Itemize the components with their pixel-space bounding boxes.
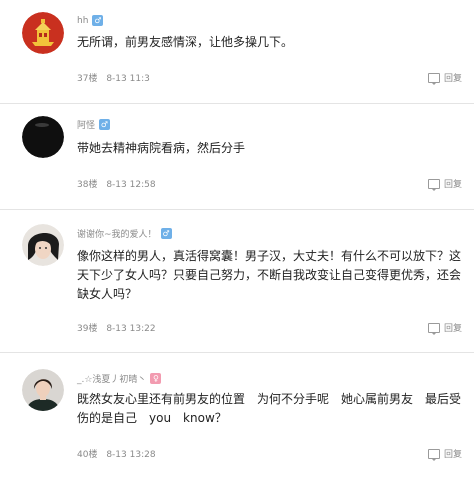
username[interactable]: 谢谢你~我的爱人！ ♂ [77, 227, 172, 240]
male-icon: ♂ [99, 119, 111, 130]
comment-item: _.☆浅夏丿初晴丶 ♀ 既然女友心里还有前男友的位置 为何不分手呢 她心属前男友… [0, 353, 474, 481]
comment-text: 无所谓，前男友感情深，让他多操几下。 [77, 35, 294, 49]
floor-number: 39楼 [77, 324, 98, 334]
reply-button[interactable]: 回复 [427, 321, 462, 335]
timestamp: 8-13 13:22 [106, 324, 156, 334]
reply-icon [427, 448, 440, 461]
avatar[interactable] [22, 224, 64, 266]
username[interactable]: hh ♂ [77, 15, 104, 26]
floor-number: 38楼 [77, 180, 98, 190]
reply-icon [427, 72, 440, 85]
username[interactable]: 阿怪 ♂ [77, 118, 111, 131]
reply-icon [427, 322, 440, 335]
comment-text: 既然女友心里还有前男友的位置 为何不分手呢 她心属前男友 最后受伤的是自己 yo… [77, 392, 462, 425]
reply-button[interactable]: 回复 [427, 71, 462, 85]
avatar[interactable] [22, 369, 64, 411]
username[interactable]: _.☆浅夏丿初晴丶 ♀ [77, 372, 162, 385]
female-icon: ♀ [150, 373, 162, 384]
male-icon: ♂ [160, 228, 172, 239]
floor-number: 37楼 [77, 74, 98, 84]
comment-text: 像你这样的男人，真活得窝囊！男子汉，大丈夫！有什么不可以放下？这天下少了女人吗？… [77, 249, 462, 301]
floor-number: 40楼 [77, 450, 98, 460]
timestamp: 8-13 13:28 [106, 450, 156, 460]
reply-button[interactable]: 回复 [427, 447, 462, 461]
comment-meta: 38楼 8-13 12:58 [77, 177, 162, 190]
male-icon: ♂ [92, 15, 104, 26]
comment-item: hh ♂ 无所谓，前男友感情深，让他多操几下。 37楼 8-13 11:3 回复 [0, 0, 474, 103]
comment-item: 阿怪 ♂ 带她去精神病院看病，然后分手 38楼 8-13 12:58 回复 [0, 104, 474, 209]
timestamp: 8-13 11:3 [106, 74, 150, 84]
reply-icon [427, 178, 440, 191]
avatar[interactable] [22, 12, 64, 54]
reply-button[interactable]: 回复 [427, 177, 462, 191]
timestamp: 8-13 12:58 [106, 180, 156, 190]
comment-meta: 39楼 8-13 13:22 [77, 321, 162, 334]
avatar[interactable] [22, 116, 64, 158]
comment-item: 谢谢你~我的爱人！ ♂ 像你这样的男人，真活得窝囊！男子汉，大丈夫！有什么不可以… [0, 210, 474, 352]
comment-text: 带她去精神病院看病，然后分手 [77, 141, 246, 155]
comment-meta: 40楼 8-13 13:28 [77, 447, 162, 460]
comment-meta: 37楼 8-13 11:3 [77, 71, 156, 84]
